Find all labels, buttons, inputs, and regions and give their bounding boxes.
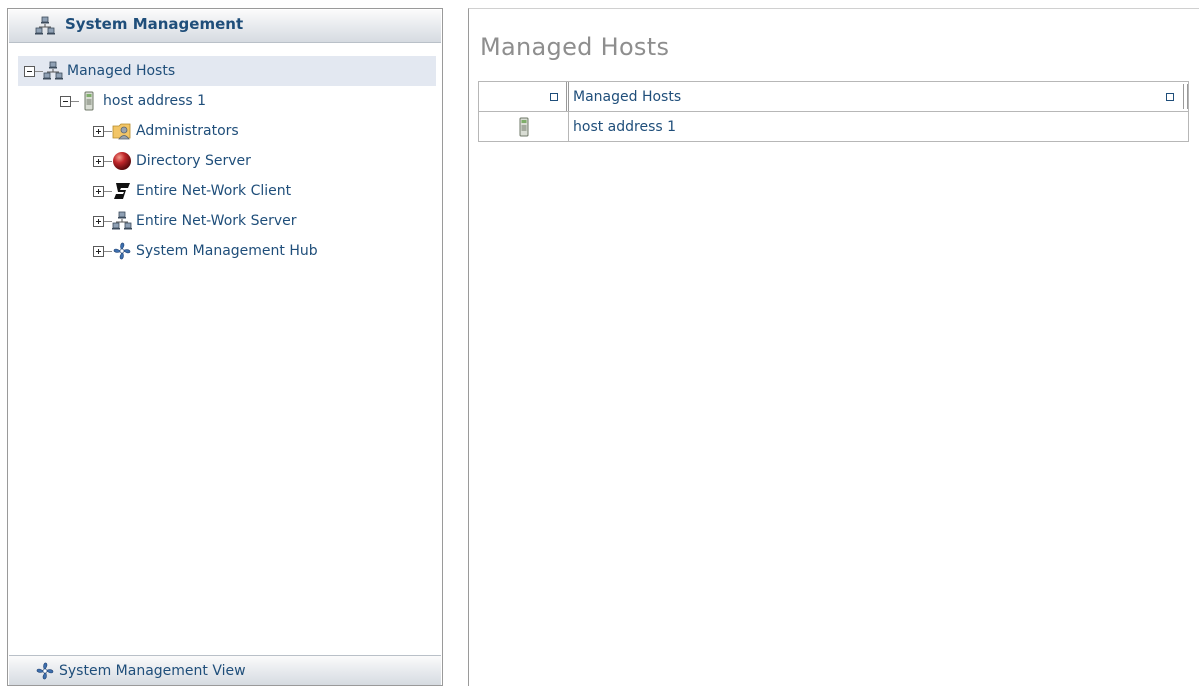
row-icon-cell [479,112,569,141]
view-switcher-label: System Management View [59,662,246,679]
expand-toggle[interactable] [93,125,104,137]
tree-item-label: host address 1 [103,93,207,109]
tree-item-managed-hosts[interactable]: Managed Hosts [18,56,436,86]
tree-connector [104,250,112,252]
network-icon [43,61,63,80]
expand-toggle[interactable] [93,185,104,197]
tree-item-directory-server[interactable]: Directory Server [18,146,436,176]
tree-connector [35,70,43,72]
view-switcher[interactable]: System Management View [9,655,441,685]
tree-item-label: Directory Server [136,153,251,169]
column-header-label: Managed Hosts [573,88,682,105]
collapse-toggle[interactable] [24,65,35,77]
expand-toggle[interactable] [93,215,104,227]
tree-item-label: System Management Hub [136,243,318,259]
tree-item-administrators[interactable]: Administrators [18,116,436,146]
collapse-toggle[interactable] [60,95,71,107]
content-panel: Managed Hosts Managed Hosts host address… [468,8,1199,686]
tree-item-label: Entire Net-Work Client [136,183,292,199]
column-menu-icon[interactable] [1166,93,1174,101]
administrators-icon [112,123,131,140]
tree-connector [104,160,112,162]
smh-icon [113,242,131,260]
host-link[interactable]: host address 1 [573,119,676,135]
panel-title: System Management [65,15,244,33]
tree-item-label: Entire Net-Work Server [136,213,297,229]
hosts-table: Managed Hosts host address 1 [478,81,1189,142]
tree-item-host-address[interactable]: host address 1 [18,86,436,116]
tree-connector [104,220,112,222]
tree-item-label: Managed Hosts [67,63,176,79]
name-column-header[interactable]: Managed Hosts [569,82,1188,111]
network-icon [35,16,55,35]
host-icon [519,117,528,136]
tree-connector [104,190,112,192]
expand-toggle[interactable] [93,245,104,257]
tree-item-smh[interactable]: System Management Hub [18,236,436,266]
expand-toggle[interactable] [93,155,104,167]
icon-column-header[interactable] [479,82,569,111]
tree-item-network-client[interactable]: Entire Net-Work Client [18,176,436,206]
page-title: Managed Hosts [480,33,670,61]
navigation-tree: Managed Hosts host address 1 Administrat… [18,56,436,266]
host-icon [84,91,94,111]
table-row[interactable]: host address 1 [479,112,1188,141]
tree-connector [104,130,112,132]
directory-server-icon [113,152,131,170]
tree-item-network-server[interactable]: Entire Net-Work Server [18,206,436,236]
network-client-icon [114,183,130,199]
column-menu-icon[interactable] [550,93,558,101]
panel-header[interactable]: System Management [9,10,441,43]
network-icon [112,211,132,230]
tree-connector [71,100,79,102]
tree-item-label: Administrators [136,123,239,139]
navigation-panel: System Management Managed Hosts host add… [7,8,443,686]
table-header: Managed Hosts [479,82,1188,112]
row-name-cell[interactable]: host address 1 [569,112,1188,141]
smh-icon [36,662,54,679]
